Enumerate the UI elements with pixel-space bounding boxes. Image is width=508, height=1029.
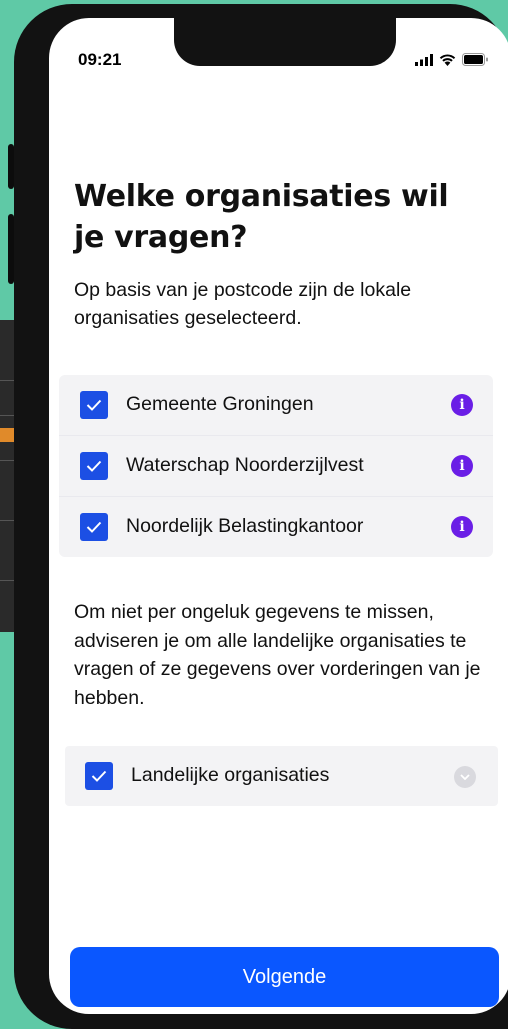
battery-icon [462,53,488,66]
info-icon[interactable]: i [451,516,473,538]
checkmark-icon [91,770,107,782]
page-title: Welke organisaties wil je vragen? [74,179,449,255]
organisation-label: Waterschap Noorderzijlvest [126,454,364,476]
info-icon[interactable]: i [451,394,473,416]
organisation-row[interactable]: Noordelijk Belastingkantoor i [59,496,493,557]
organisation-row[interactable]: Waterschap Noorderzijlvest i [59,435,493,496]
checkmark-icon [86,460,102,472]
national-label: Landelijke organisaties [131,764,330,786]
mute-switch [8,144,14,189]
organisation-row[interactable]: Gemeente Groningen i [59,375,493,435]
volume-button [8,214,14,284]
phone-frame: 09:21 Welke organisaties wil je vragen? … [8,4,508,1029]
info-icon[interactable]: i [451,455,473,477]
intro-text: Op basis van je postcode zijn de lokale … [74,279,412,329]
organisation-checkbox[interactable] [80,452,108,480]
next-button[interactable]: Volgende [70,947,499,1007]
wifi-icon [439,54,456,66]
checkmark-icon [86,399,102,411]
organisation-checkbox[interactable] [80,391,108,419]
app-screen: 09:21 Welke organisaties wil je vragen? … [49,18,508,1014]
organisation-list: Gemeente Groningen i Waterschap Noorderz… [59,375,493,557]
checkmark-icon [86,521,102,533]
status-icons [415,53,489,66]
national-organisations-row[interactable]: Landelijke organisaties [65,746,498,806]
national-checkbox[interactable] [85,762,113,790]
signal-icon [415,54,433,66]
chevron-down-icon[interactable] [454,766,476,788]
advice-text: Om niet per ongeluk gegevens te missen, … [74,601,481,709]
organisation-label: Noordelijk Belastingkantoor [126,515,364,537]
status-time: 09:21 [78,50,122,69]
notch [174,18,396,66]
organisation-checkbox[interactable] [80,513,108,541]
organisation-label: Gemeente Groningen [126,393,314,415]
